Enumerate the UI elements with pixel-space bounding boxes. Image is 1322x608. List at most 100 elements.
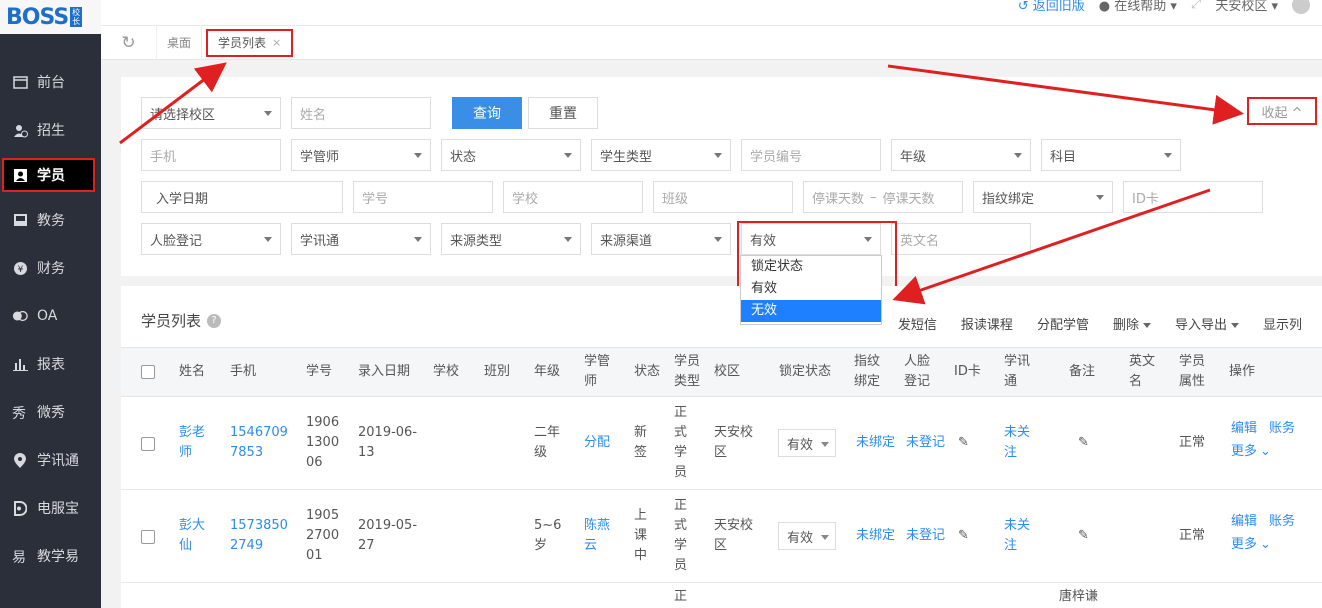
xuexuntong-select[interactable]: 学讯通 <box>291 223 431 255</box>
enroll-course-button[interactable]: 报读课程 <box>961 314 1013 333</box>
show-columns-button[interactable]: 显示列 <box>1263 314 1302 333</box>
assign-manager-button[interactable]: 分配学管 <box>1037 314 1089 333</box>
query-button[interactable]: 查询 <box>452 97 522 129</box>
account-link[interactable]: 账务 <box>1269 419 1295 439</box>
row-lock-select[interactable]: 有效 <box>778 522 836 550</box>
more-menu[interactable]: 更多 <box>1231 535 1271 555</box>
sidebar-item-students[interactable]: 学员 <box>2 158 95 192</box>
logo[interactable]: BOSS 校长 <box>0 0 101 34</box>
tab-desktop[interactable]: 桌面 <box>157 25 203 60</box>
send-sms-button[interactable]: 发短信 <box>898 314 937 333</box>
student-type-select[interactable]: 学生类型 <box>591 139 731 171</box>
close-icon[interactable]: × <box>272 36 281 49</box>
face-select[interactable]: 人脸登记 <box>141 223 281 255</box>
edit-link[interactable]: 编辑 <box>1231 419 1257 439</box>
xxt-link[interactable]: 未关 注 <box>1004 516 1030 556</box>
fingerprint-link[interactable]: 未绑定 <box>856 433 895 453</box>
import-export-menu[interactable]: 导入导出 <box>1175 314 1239 333</box>
sidebar-item-dianfubao[interactable]: 电服宝 <box>0 484 101 532</box>
sidebar-item-finance[interactable]: ¥ 财务 <box>0 244 101 292</box>
phone-input[interactable]: 手机 <box>141 139 281 171</box>
campus-switcher[interactable]: 天安校区 ▾ <box>1215 0 1278 14</box>
assign-manager-link[interactable]: 分配 <box>584 433 610 453</box>
source-channel-select[interactable]: 来源渠道 <box>591 223 731 255</box>
select-all-checkbox[interactable] <box>141 365 155 379</box>
student-name-link[interactable]: 彭老 师 <box>179 423 205 463</box>
avatar[interactable] <box>1292 0 1310 14</box>
col-idcard[interactable]: ID卡 <box>954 362 981 382</box>
col-grade[interactable]: 年级 <box>534 362 560 382</box>
sidebar-item-academic[interactable]: 教务 <box>0 196 101 244</box>
enroll-date-input[interactable]: 入学日期 <box>141 181 343 213</box>
sidebar-item-oa[interactable]: OA <box>0 292 101 340</box>
row-checkbox[interactable] <box>141 530 155 544</box>
manager-link[interactable]: 陈燕 云 <box>584 516 610 556</box>
lock-option-header[interactable]: 锁定状态 <box>741 256 881 278</box>
refresh-icon[interactable]: ↻ <box>101 25 157 60</box>
help-icon[interactable]: ? <box>207 313 222 328</box>
school-input[interactable]: 学校 <box>503 181 643 213</box>
collapse-button[interactable]: 收起 ^ <box>1247 97 1317 125</box>
col-campus[interactable]: 校区 <box>714 362 740 382</box>
col-face[interactable]: 人脸 登记 <box>904 352 930 392</box>
idcard-input[interactable]: ID卡 <box>1123 181 1263 213</box>
sidebar-item-recruit[interactable]: 招生 <box>0 106 101 154</box>
col-entry-date[interactable]: 录入日期 <box>358 362 410 382</box>
col-ops[interactable]: 操作 <box>1229 362 1255 382</box>
name-input[interactable]: 姓名 <box>291 97 431 129</box>
account-link[interactable]: 账务 <box>1269 512 1295 532</box>
tab-student-list[interactable]: 学员列表 × <box>206 28 294 57</box>
fingerprint-link[interactable]: 未绑定 <box>856 526 895 546</box>
face-link[interactable]: 未登记 <box>906 526 945 546</box>
col-school[interactable]: 学校 <box>433 362 459 382</box>
sidebar-item-jiaoxueyi[interactable]: 易 教学易 <box>0 532 101 580</box>
back-old-version-link[interactable]: ↺ 返回旧版 <box>1018 0 1085 14</box>
col-english[interactable]: 英文 名 <box>1129 352 1155 392</box>
sidebar-item-reports[interactable]: 报表 <box>0 340 101 388</box>
col-type[interactable]: 学员 类型 <box>674 352 700 392</box>
expand-icon[interactable]: ⤢ <box>1191 0 1201 12</box>
sidebar-item-weixiu[interactable]: 秀 微秀 <box>0 388 101 436</box>
status-select[interactable]: 状态 <box>441 139 581 171</box>
more-menu[interactable]: 更多 <box>1231 442 1271 462</box>
xuehao-input[interactable]: 学号 <box>353 181 493 213</box>
online-help-menu[interactable]: ● 在线帮助 ▾ <box>1099 0 1177 14</box>
grade-select[interactable]: 年级 <box>891 139 1031 171</box>
manager-select[interactable]: 学管师 <box>291 139 431 171</box>
sidebar-item-frontdesk[interactable]: 前台 <box>0 58 101 106</box>
edit-remark-icon[interactable]: ✎ <box>1078 526 1089 546</box>
student-phone-link[interactable]: 1546709 7853 <box>230 423 288 463</box>
class-input[interactable]: 班级 <box>653 181 793 213</box>
col-class[interactable]: 班別 <box>484 362 510 382</box>
face-link[interactable]: 未登记 <box>906 433 945 453</box>
col-status[interactable]: 状态 <box>634 362 660 382</box>
campus-select[interactable]: 请选择校区 <box>141 97 281 129</box>
student-name-link[interactable]: 彭大 仙 <box>179 516 205 556</box>
subject-select[interactable]: 科目 <box>1041 139 1181 171</box>
student-phone-link[interactable]: 1573850 2749 <box>230 516 288 556</box>
xxt-link[interactable]: 未关 注 <box>1004 423 1030 463</box>
lock-option-valid[interactable]: 有效 <box>741 278 881 300</box>
edit-idcard-icon[interactable]: ✎ <box>958 433 969 453</box>
edit-idcard-icon[interactable]: ✎ <box>958 526 969 546</box>
col-manager[interactable]: 学管 师 <box>584 352 610 392</box>
col-fingerprint[interactable]: 指纹 绑定 <box>854 352 880 392</box>
edit-link[interactable]: 编辑 <box>1231 512 1257 532</box>
delete-menu[interactable]: 删除 <box>1113 314 1151 333</box>
edit-remark-icon[interactable]: ✎ <box>1078 433 1089 453</box>
col-attr[interactable]: 学员 属性 <box>1179 352 1205 392</box>
lock-status-select[interactable]: 有效 <box>741 223 881 255</box>
row-checkbox[interactable] <box>141 437 155 451</box>
stop-days-range[interactable]: 停课天数 – 停课天数 <box>803 181 963 213</box>
col-phone[interactable]: 手机 <box>230 362 256 382</box>
col-lock[interactable]: 锁定状态 <box>779 362 831 382</box>
col-xxt[interactable]: 学讯 通 <box>1004 352 1030 392</box>
fingerprint-select[interactable]: 指纹绑定 <box>973 181 1113 213</box>
english-name-input[interactable]: 英文名 <box>891 223 1031 255</box>
col-name[interactable]: 姓名 <box>179 362 205 382</box>
row-lock-select[interactable]: 有效 <box>778 429 836 457</box>
lock-option-invalid[interactable]: 无效 <box>741 300 881 322</box>
col-remark[interactable]: 备注 <box>1069 362 1095 382</box>
student-no-input[interactable]: 学员编号 <box>741 139 881 171</box>
source-type-select[interactable]: 来源类型 <box>441 223 581 255</box>
